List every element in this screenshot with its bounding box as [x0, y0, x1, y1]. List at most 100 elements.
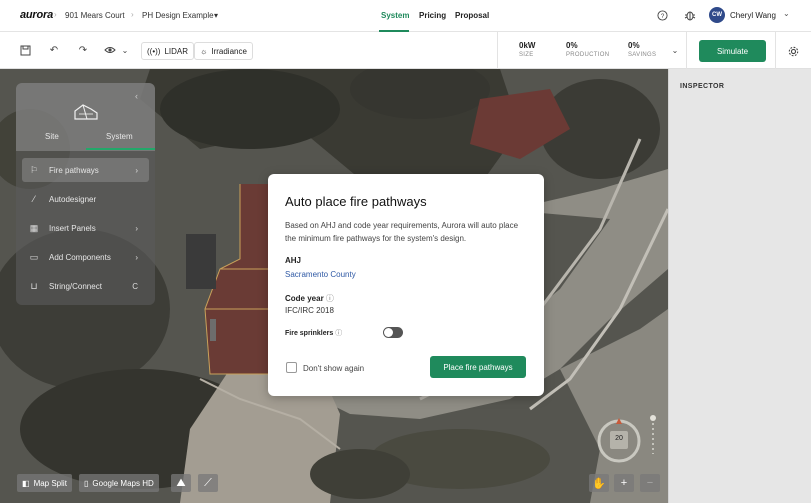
breadcrumb-project[interactable]: 901 Mears Court — [65, 11, 125, 20]
chevron-right-icon: › — [135, 252, 138, 262]
metric-production: 0% PRODUCTION — [566, 41, 609, 58]
sidebar-item-fire-pathways[interactable]: ⚐ Fire pathways › — [22, 158, 149, 182]
metric-savings: 0% SAVINGS — [628, 41, 656, 58]
fire-sprinklers-label-text: Fire sprinklers — [285, 330, 334, 337]
collapse-panel-icon[interactable]: ‹ — [135, 91, 138, 101]
ahj-label: AHJ — [285, 256, 302, 265]
dialog-title: Auto place fire pathways — [285, 194, 427, 209]
toolbar-divider — [775, 32, 776, 69]
panel-tab-indicator — [86, 148, 155, 150]
sidebar-item-label: Add Components — [49, 252, 111, 262]
user-avatar[interactable]: CW — [709, 7, 725, 23]
top-bar: aurora › 901 Mears Court › PH Design Exa… — [0, 0, 811, 32]
tilt-slider[interactable] — [648, 414, 658, 458]
redo-icon[interactable]: ↷ — [76, 43, 90, 57]
sidebar-item-label: String/Connect — [49, 281, 102, 291]
aurora-logo[interactable]: aurora — [20, 9, 53, 21]
string-icon: ⊔ — [30, 280, 38, 291]
visibility-icon[interactable] — [103, 43, 117, 57]
place-fire-pathways-button[interactable]: Place fire pathways — [430, 356, 526, 378]
metric-size: 0kW SIZE — [519, 41, 535, 58]
map-split-icon: ◧ — [22, 478, 30, 488]
fire-sprinklers-toggle[interactable] — [383, 327, 403, 338]
dont-show-again-checkbox[interactable] — [286, 362, 297, 373]
code-year-value: IFC/IRC 2018 — [285, 306, 334, 315]
zoom-out-icon[interactable]: − — [640, 474, 660, 492]
tab-proposal[interactable]: Proposal — [455, 11, 489, 20]
inspector-title: INSPECTOR — [680, 83, 725, 90]
chevron-down-icon[interactable]: ⌄ — [668, 43, 682, 57]
inspector-panel: INSPECTOR — [668, 69, 811, 503]
simulate-button[interactable]: Simulate — [699, 40, 766, 62]
terrain-icon[interactable]: ⛰ — [171, 474, 191, 492]
sidebar-item-add-components[interactable]: ▭ Add Components › — [22, 245, 149, 269]
ahj-value-link[interactable]: Sacramento County — [285, 270, 356, 279]
tab-pricing[interactable]: Pricing — [419, 11, 446, 20]
sidebar-item-string-connect[interactable]: ⊔ String/Connect C — [22, 274, 149, 298]
chevron-down-icon[interactable]: ⌄ — [118, 43, 132, 57]
fire-sprinklers-label: Fire sprinklers ⓘ — [285, 328, 342, 338]
dont-show-again-label[interactable]: Don't show again — [303, 364, 364, 373]
measure-ruler-icon[interactable]: ⟋ — [198, 474, 218, 492]
toggle-knob — [384, 328, 393, 337]
metric-production-value: 0% — [566, 41, 578, 50]
imagery-source-label: Google Maps HD — [92, 478, 154, 488]
zoom-in-icon[interactable]: + — [614, 474, 634, 492]
irradiance-button[interactable]: ☼ Irradiance — [194, 42, 253, 60]
irradiance-label: Irradiance — [211, 46, 247, 56]
sun-icon: ☼ — [200, 46, 208, 56]
bug-report-icon[interactable] — [683, 8, 697, 22]
house-solar-icon — [74, 104, 98, 120]
help-icon[interactable]: ? — [655, 8, 669, 22]
metric-size-value: 0kW — [519, 41, 536, 50]
metric-size-label: SIZE — [519, 52, 534, 58]
breadcrumb-separator: › — [54, 10, 57, 19]
svg-text:?: ? — [660, 12, 664, 19]
lidar-icon: ((•)) — [147, 46, 161, 56]
chevron-down-icon[interactable]: ⌄ — [783, 9, 790, 18]
save-icon[interactable] — [18, 43, 32, 57]
breadcrumb-separator: › — [131, 10, 134, 19]
toolbar-divider — [686, 32, 687, 69]
panel-grid-icon: ▦ — [29, 222, 39, 233]
map-compass[interactable]: 20 — [596, 418, 642, 464]
sidebar-item-label: Autodesigner — [49, 194, 97, 204]
map-icon: ▯ — [84, 478, 89, 488]
lidar-label: LIDAR — [164, 46, 189, 56]
pan-hand-icon[interactable]: ✋ — [589, 474, 609, 492]
code-year-label: Code year ⓘ — [285, 293, 334, 304]
left-tool-panel: ‹ Site System ⚐ Fire pathways › ⁄ Autode… — [16, 83, 155, 305]
undo-icon[interactable]: ↶ — [47, 43, 61, 57]
tab-site[interactable]: Site — [45, 132, 59, 141]
imagery-source-button[interactable]: ▯ Google Maps HD — [79, 474, 159, 492]
chevron-right-icon: › — [135, 165, 138, 175]
component-icon: ▭ — [29, 251, 39, 262]
user-name[interactable]: Cheryl Wang — [730, 11, 776, 20]
compass-heading: 20 — [615, 435, 623, 442]
sidebar-item-autodesigner[interactable]: ⁄ Autodesigner — [22, 187, 149, 211]
dialog-description: Based on AHJ and code year requirements,… — [285, 221, 519, 243]
settings-icon[interactable] — [786, 44, 800, 58]
map-split-label: Map Split — [33, 478, 67, 488]
design-toolbar: ↶ ↷ ⌄ ((•)) LIDAR ☼ Irradiance 0kW SIZE … — [0, 32, 811, 69]
fire-pathways-icon: ⚐ — [29, 164, 39, 175]
toolbar-divider — [497, 32, 498, 69]
info-icon[interactable]: ⓘ — [326, 294, 334, 303]
metric-savings-label: SAVINGS — [628, 52, 657, 58]
shortcut-key: C — [132, 281, 138, 291]
tab-system[interactable]: System — [381, 11, 409, 20]
design-dropdown-caret[interactable]: ▾ — [214, 11, 218, 20]
tab-system-panel[interactable]: System — [106, 132, 133, 141]
sidebar-item-label: Fire pathways — [49, 165, 99, 175]
map-split-button[interactable]: ◧ Map Split — [17, 474, 72, 492]
metric-savings-value: 0% — [628, 41, 640, 50]
sidebar-item-insert-panels[interactable]: ▦ Insert Panels › — [22, 216, 149, 240]
sidebar-item-label: Insert Panels — [49, 223, 96, 233]
magic-wand-icon: ⁄ — [33, 194, 35, 204]
breadcrumb-design[interactable]: PH Design Example — [142, 11, 214, 20]
metric-production-label: PRODUCTION — [566, 52, 610, 58]
chevron-right-icon: › — [135, 223, 138, 233]
info-icon[interactable]: ⓘ — [335, 330, 342, 337]
code-year-label-text: Code year — [285, 294, 324, 303]
lidar-button[interactable]: ((•)) LIDAR — [141, 42, 195, 60]
